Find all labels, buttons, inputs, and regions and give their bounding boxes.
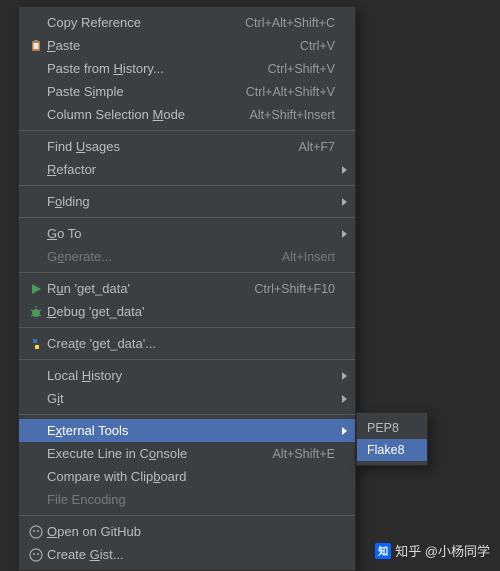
run-icon — [25, 282, 47, 296]
menu-find-usages[interactable]: Find Usages Alt+F7 — [19, 135, 355, 158]
menu-generate[interactable]: Generate... Alt+Insert — [19, 245, 355, 268]
menu-label: Paste Simple — [47, 84, 234, 99]
shortcut: Alt+F7 — [299, 140, 335, 154]
separator — [19, 414, 355, 415]
separator — [19, 217, 355, 218]
submenu-arrow-icon — [342, 166, 347, 174]
menu-paste-history[interactable]: Paste from History... Ctrl+Shift+V — [19, 57, 355, 80]
shortcut: Ctrl+Shift+V — [268, 62, 335, 76]
debug-icon — [25, 305, 47, 319]
menu-paste-simple[interactable]: Paste Simple Ctrl+Alt+Shift+V — [19, 80, 355, 103]
watermark: 知 知乎 @小杨同学 — [375, 541, 490, 560]
menu-label: Debug 'get_data' — [47, 304, 335, 319]
submenu-arrow-icon — [342, 395, 347, 403]
menu-label: Execute Line in Console — [47, 446, 260, 461]
menu-local-history[interactable]: Local History — [19, 364, 355, 387]
menu-open-github[interactable]: Open on GitHub — [19, 520, 355, 543]
external-tools-submenu: PEP8 Flake8 — [356, 412, 428, 466]
submenu-arrow-icon — [342, 198, 347, 206]
menu-label: Create 'get_data'... — [47, 336, 335, 351]
menu-compare-clipboard[interactable]: Compare with Clipboard — [19, 465, 355, 488]
submenu-pep8[interactable]: PEP8 — [357, 417, 427, 439]
zhihu-icon: 知 — [375, 543, 391, 559]
submenu-label: PEP8 — [367, 421, 399, 435]
menu-label: Local History — [47, 368, 335, 383]
separator — [19, 130, 355, 131]
menu-refactor[interactable]: Refactor — [19, 158, 355, 181]
submenu-arrow-icon — [342, 230, 347, 238]
menu-label: Copy Reference — [47, 15, 233, 30]
paste-icon — [25, 39, 47, 53]
submenu-flake8[interactable]: Flake8 — [357, 439, 427, 461]
github-icon — [25, 525, 47, 539]
menu-goto[interactable]: Go To — [19, 222, 355, 245]
separator — [19, 515, 355, 516]
menu-label: External Tools — [47, 423, 335, 438]
menu-label: Folding — [47, 194, 335, 209]
menu-label: Paste — [47, 38, 288, 53]
menu-run[interactable]: Run 'get_data' Ctrl+Shift+F10 — [19, 277, 355, 300]
shortcut: Alt+Shift+Insert — [250, 108, 335, 122]
menu-column-mode[interactable]: Column Selection Mode Alt+Shift+Insert — [19, 103, 355, 126]
menu-label: Paste from History... — [47, 61, 256, 76]
separator — [19, 185, 355, 186]
menu-create-run-config[interactable]: Create 'get_data'... — [19, 332, 355, 355]
shortcut: Alt+Shift+E — [272, 447, 335, 461]
menu-copy-reference[interactable]: Copy Reference Ctrl+Alt+Shift+C — [19, 11, 355, 34]
menu-folding[interactable]: Folding — [19, 190, 355, 213]
separator — [19, 359, 355, 360]
menu-label: Refactor — [47, 162, 335, 177]
menu-label: Run 'get_data' — [47, 281, 242, 296]
context-menu: Copy Reference Ctrl+Alt+Shift+C Paste Ct… — [18, 6, 356, 571]
menu-debug[interactable]: Debug 'get_data' — [19, 300, 355, 323]
menu-label: Open on GitHub — [47, 524, 335, 539]
shortcut: Ctrl+Shift+F10 — [254, 282, 335, 296]
menu-execute-console[interactable]: Execute Line in Console Alt+Shift+E — [19, 442, 355, 465]
menu-label: Generate... — [47, 249, 270, 264]
menu-external-tools[interactable]: External Tools — [19, 419, 355, 442]
shortcut: Ctrl+Alt+Shift+V — [246, 85, 335, 99]
shortcut: Ctrl+V — [300, 39, 335, 53]
menu-label: File Encoding — [47, 492, 335, 507]
menu-file-encoding[interactable]: File Encoding — [19, 488, 355, 511]
watermark-text: 知乎 @小杨同学 — [395, 541, 490, 560]
menu-label: Go To — [47, 226, 335, 241]
submenu-label: Flake8 — [367, 443, 405, 457]
submenu-arrow-icon — [342, 372, 347, 380]
python-icon — [25, 337, 47, 351]
menu-label: Create Gist... — [47, 547, 335, 562]
menu-create-gist[interactable]: Create Gist... — [19, 543, 355, 566]
submenu-arrow-icon — [342, 427, 347, 435]
menu-label: Column Selection Mode — [47, 107, 238, 122]
separator — [19, 327, 355, 328]
separator — [19, 272, 355, 273]
menu-label: Find Usages — [47, 139, 287, 154]
menu-label: Git — [47, 391, 335, 406]
github-icon — [25, 548, 47, 562]
menu-git[interactable]: Git — [19, 387, 355, 410]
shortcut: Ctrl+Alt+Shift+C — [245, 16, 335, 30]
menu-paste[interactable]: Paste Ctrl+V — [19, 34, 355, 57]
shortcut: Alt+Insert — [282, 250, 335, 264]
menu-label: Compare with Clipboard — [47, 469, 335, 484]
